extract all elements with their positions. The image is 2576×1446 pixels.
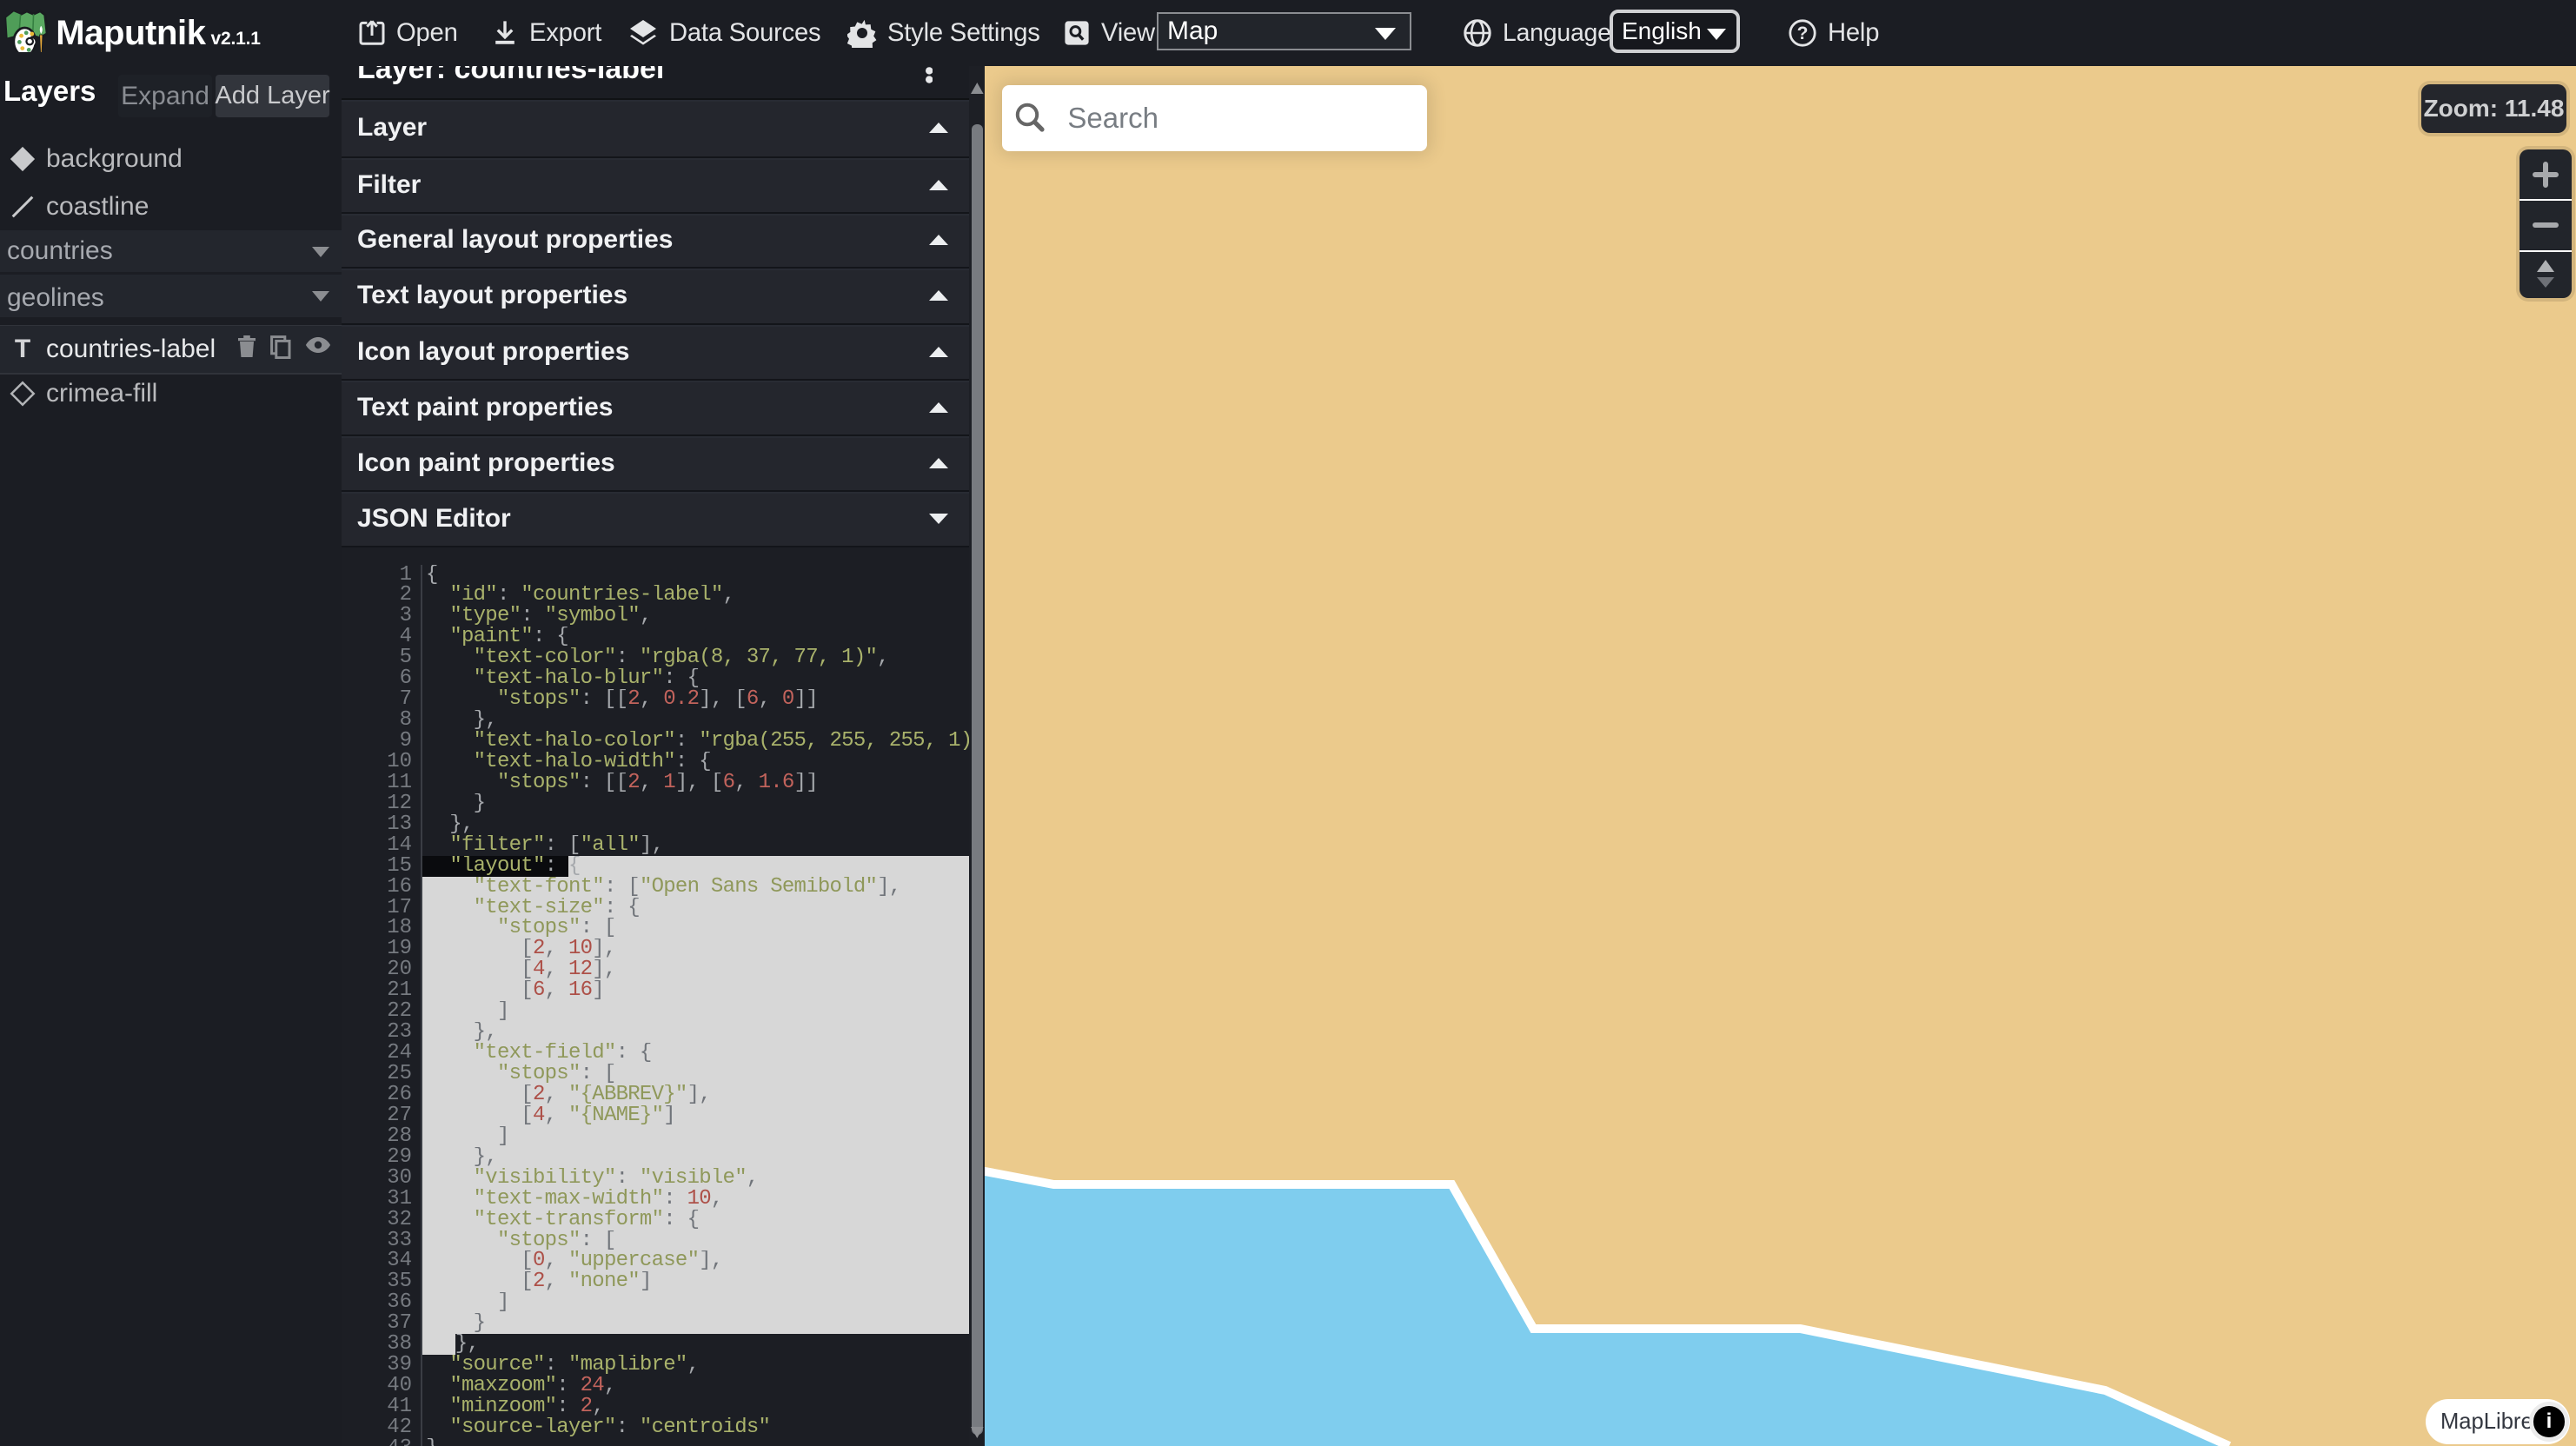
- svg-text:?: ?: [1797, 23, 1809, 43]
